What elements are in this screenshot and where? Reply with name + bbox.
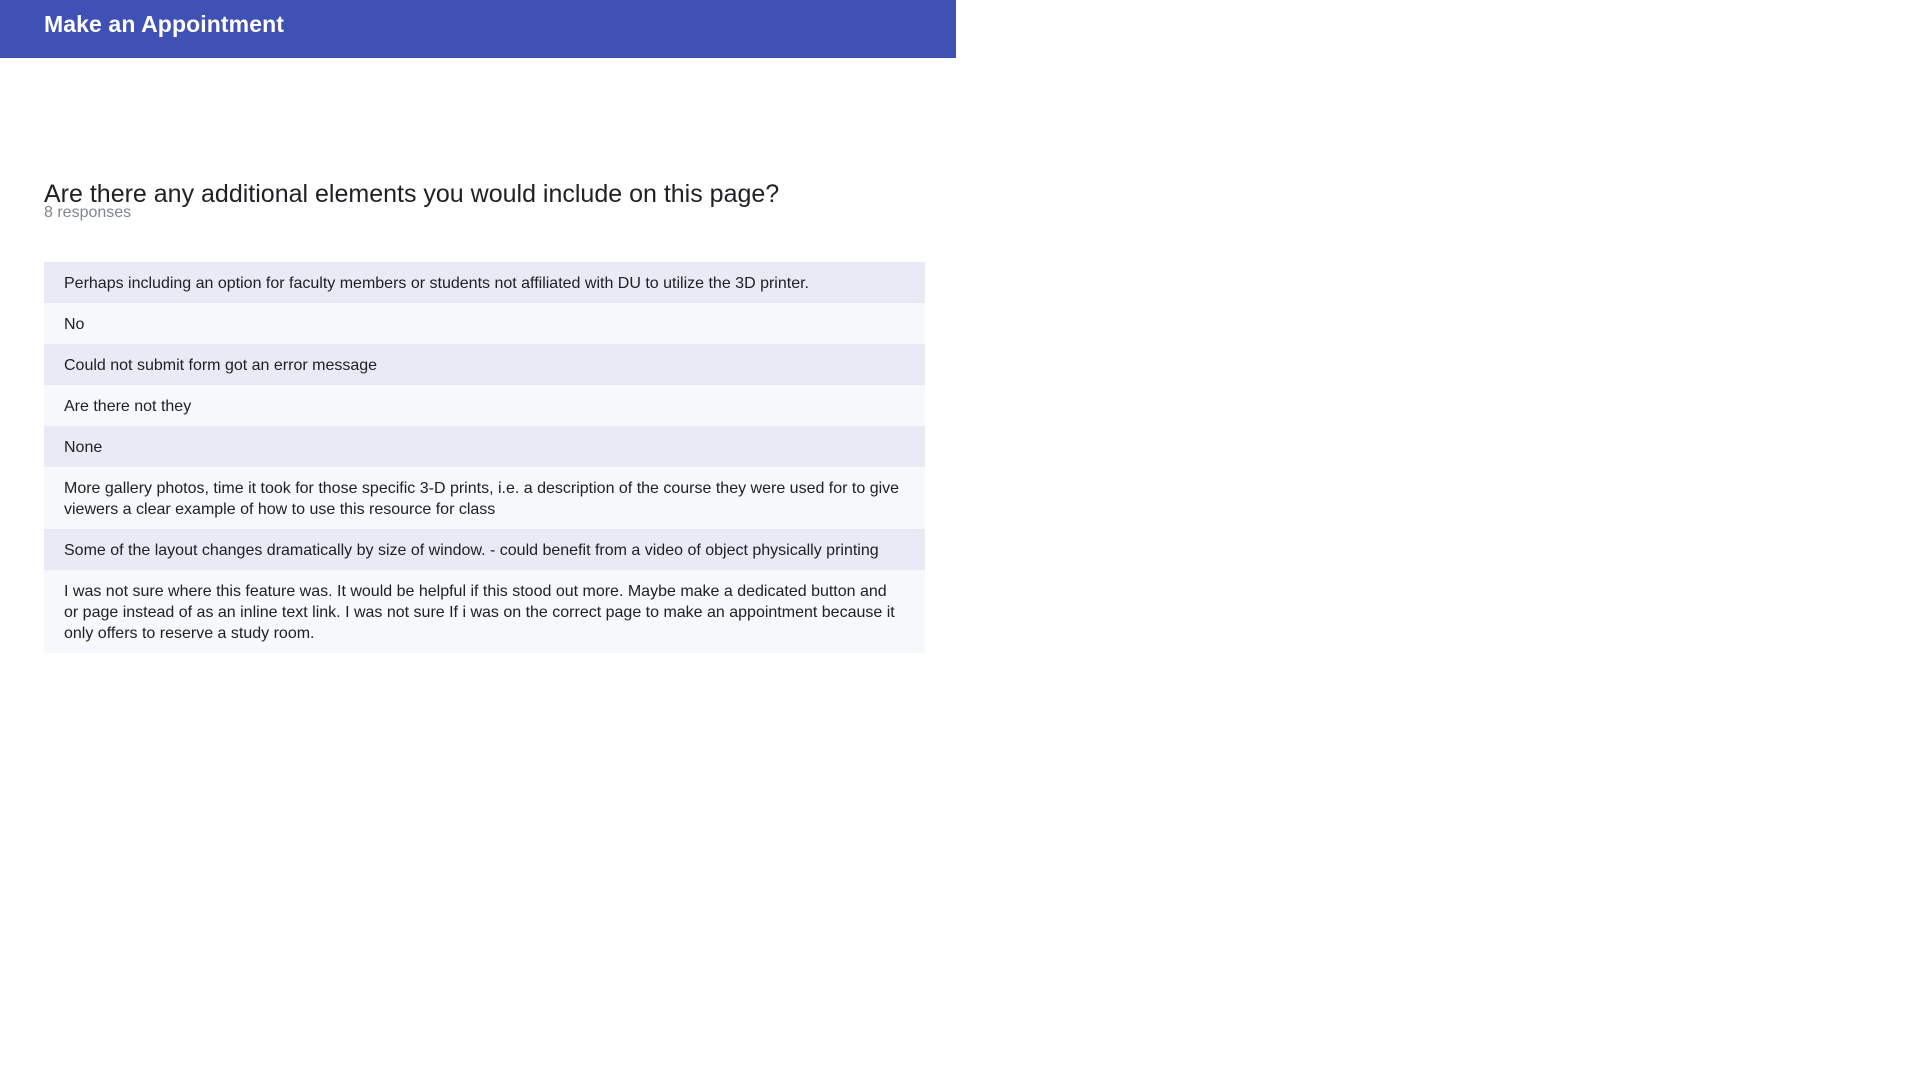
response-item: More gallery photos, time it took for th… <box>44 467 925 529</box>
response-item: No <box>44 303 925 344</box>
response-item: Are there not they <box>44 385 925 426</box>
response-list: Perhaps including an option for faculty … <box>44 262 925 653</box>
header-title: Make an Appointment <box>44 11 285 37</box>
response-item: I was not sure where this feature was. I… <box>44 570 925 653</box>
question-title: Are there any additional elements you wo… <box>44 179 780 208</box>
response-item: None <box>44 426 925 467</box>
response-item: Could not submit form got an error messa… <box>44 344 925 385</box>
response-count: 8 responses <box>44 204 132 221</box>
response-item: Perhaps including an option for faculty … <box>44 262 925 303</box>
response-item: Some of the layout changes dramatically … <box>44 529 925 570</box>
header-bar: Make an Appointment <box>0 0 956 58</box>
